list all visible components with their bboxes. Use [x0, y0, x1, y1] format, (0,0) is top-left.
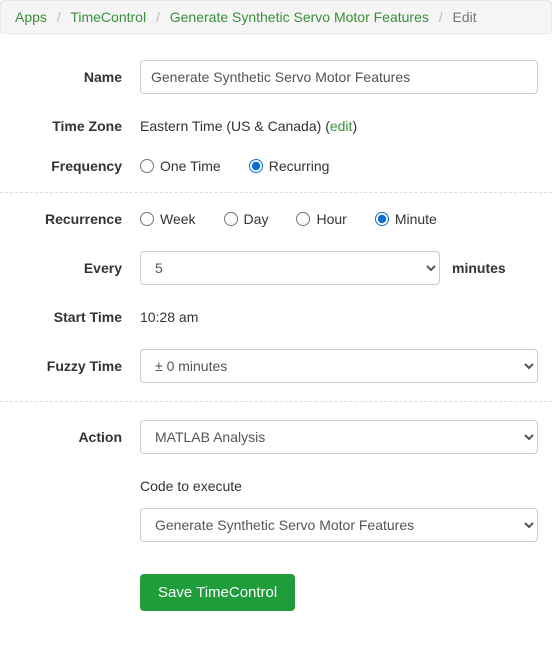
radio-day-label: Day [244, 211, 269, 227]
row-timezone: Time Zone Eastern Time (US & Canada) (ed… [0, 110, 552, 142]
label-start-time: Start Time [14, 309, 140, 325]
label-name: Name [14, 69, 140, 85]
radio-day-input[interactable] [224, 212, 238, 226]
radio-day[interactable]: Day [224, 211, 269, 227]
row-every: Every 5 minutes [0, 243, 552, 293]
breadcrumb-current: Edit [453, 9, 477, 25]
timezone-value: Eastern Time (US & Canada) (edit) [140, 118, 357, 134]
row-save: Save TimeControl [0, 566, 552, 619]
label-fuzzy-time: Fuzzy Time [14, 358, 140, 374]
every-select[interactable]: 5 [140, 251, 440, 285]
radio-recurring[interactable]: Recurring [249, 158, 330, 174]
radio-week[interactable]: Week [140, 211, 196, 227]
row-fuzzy-time: Fuzzy Time ± 0 minutes [0, 341, 552, 391]
label-frequency: Frequency [14, 158, 140, 174]
divider [0, 192, 552, 193]
label-action: Action [14, 429, 140, 445]
radio-one-time-input[interactable] [140, 159, 154, 173]
code-select[interactable]: Generate Synthetic Servo Motor Features [140, 508, 538, 542]
radio-one-time-label: One Time [160, 158, 221, 174]
row-action: Action MATLAB Analysis [0, 412, 552, 462]
label-every: Every [14, 260, 140, 276]
save-button[interactable]: Save TimeControl [140, 574, 295, 611]
breadcrumb-timecontrol[interactable]: TimeControl [70, 9, 146, 25]
start-time-value: 10:28 am [140, 309, 198, 325]
row-start-time: Start Time 10:28 am [0, 301, 552, 333]
radio-one-time[interactable]: One Time [140, 158, 221, 174]
radio-hour[interactable]: Hour [296, 211, 346, 227]
radio-minute[interactable]: Minute [375, 211, 437, 227]
breadcrumb-apps[interactable]: Apps [15, 9, 47, 25]
row-name: Name [0, 52, 552, 102]
minutes-suffix: minutes [452, 260, 506, 276]
breadcrumb-sep: / [433, 9, 449, 25]
radio-minute-label: Minute [395, 211, 437, 227]
name-input[interactable] [140, 60, 538, 94]
label-code-to-execute: Code to execute [140, 478, 538, 494]
radio-recurring-label: Recurring [269, 158, 330, 174]
label-recurrence: Recurrence [14, 211, 140, 227]
radio-hour-input[interactable] [296, 212, 310, 226]
divider [0, 401, 552, 402]
breadcrumb: Apps / TimeControl / Generate Synthetic … [0, 0, 552, 34]
row-recurrence: Recurrence Week Day Hour Minute [0, 203, 552, 235]
breadcrumb-sep: / [51, 9, 67, 25]
radio-hour-label: Hour [316, 211, 346, 227]
radio-week-label: Week [160, 211, 196, 227]
radio-minute-input[interactable] [375, 212, 389, 226]
breadcrumb-generate[interactable]: Generate Synthetic Servo Motor Features [170, 9, 429, 25]
recurrence-radio-group: Week Day Hour Minute [140, 211, 437, 227]
radio-week-input[interactable] [140, 212, 154, 226]
label-timezone: Time Zone [14, 118, 140, 134]
row-code: Code to execute Generate Synthetic Servo… [0, 470, 552, 550]
timezone-edit-link[interactable]: edit [330, 118, 353, 134]
action-select[interactable]: MATLAB Analysis [140, 420, 538, 454]
radio-recurring-input[interactable] [249, 159, 263, 173]
frequency-radio-group: One Time Recurring [140, 158, 329, 174]
row-frequency: Frequency One Time Recurring [0, 150, 552, 182]
fuzzy-time-select[interactable]: ± 0 minutes [140, 349, 538, 383]
breadcrumb-sep: / [150, 9, 166, 25]
